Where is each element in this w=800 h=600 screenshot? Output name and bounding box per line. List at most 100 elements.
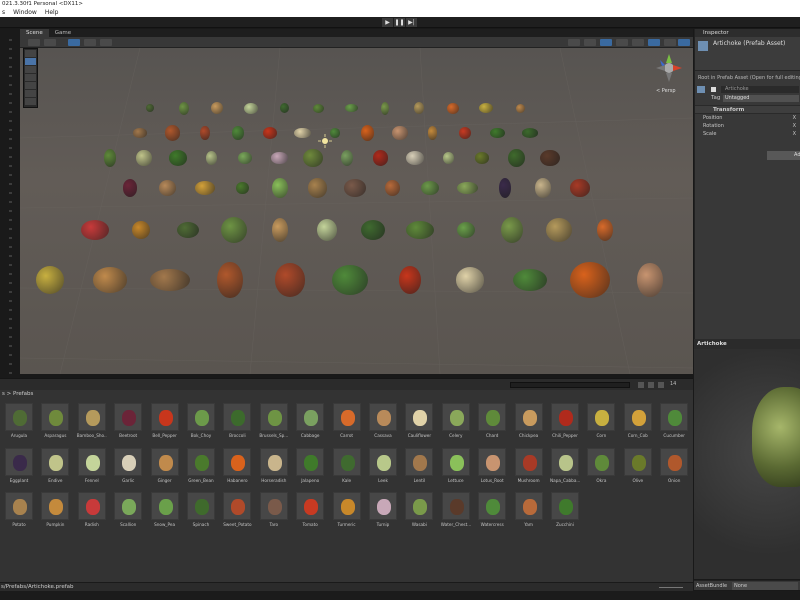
vegetable-model[interactable]: [398, 266, 422, 294]
asset-item[interactable]: Spinach: [186, 492, 216, 527]
vegetable-model[interactable]: [231, 126, 244, 140]
vegetable-model[interactable]: [146, 104, 154, 112]
asset-item[interactable]: Leek: [368, 447, 398, 483]
vegetable-model[interactable]: [150, 268, 190, 292]
vegetable-model[interactable]: [540, 149, 560, 167]
light-icon[interactable]: [318, 134, 332, 148]
render-mode-dropdown[interactable]: [44, 39, 56, 46]
asset-item[interactable]: Beetroot: [113, 403, 143, 438]
asset-item[interactable]: Pumpkin: [40, 492, 70, 527]
vegetable-model[interactable]: [262, 127, 278, 139]
asset-item[interactable]: Snow_Pea: [150, 492, 180, 527]
vegetable-model[interactable]: [507, 148, 525, 168]
asset-item[interactable]: Jalapeno: [295, 447, 325, 483]
asset-item[interactable]: Lentil: [404, 447, 434, 483]
vegetable-model[interactable]: [534, 178, 551, 198]
asset-item[interactable]: Chard: [477, 403, 507, 438]
vegetable-model[interactable]: [459, 127, 471, 139]
pause-button[interactable]: ❚❚: [394, 18, 405, 27]
asset-item[interactable]: Sweet_Potato: [222, 492, 252, 527]
vegetable-model[interactable]: [405, 221, 434, 239]
scale-tool-icon[interactable]: [25, 74, 36, 81]
asset-item[interactable]: Celery: [441, 403, 471, 438]
asset-item[interactable]: Kale: [332, 447, 362, 483]
favorite-icon[interactable]: [658, 382, 664, 388]
asset-item[interactable]: Chili_Pepper: [550, 403, 580, 438]
vegetable-model[interactable]: [178, 101, 189, 115]
vegetable-model[interactable]: [545, 218, 572, 242]
tab-scene[interactable]: Scene: [20, 29, 49, 37]
vegetable-model[interactable]: [446, 102, 459, 114]
asset-item[interactable]: Green_Bean: [186, 447, 216, 483]
asset-item[interactable]: Arugula: [4, 403, 34, 438]
asset-item[interactable]: Okra: [586, 447, 616, 483]
vegetable-model[interactable]: [373, 150, 389, 166]
vegetable-model[interactable]: [456, 267, 484, 293]
snap-dropdown[interactable]: [84, 39, 96, 46]
vegetable-model[interactable]: [312, 103, 324, 113]
asset-item[interactable]: Bell_Pepper: [150, 403, 180, 438]
asset-item[interactable]: Olive: [623, 447, 653, 483]
rotate-tool-icon[interactable]: [25, 66, 36, 73]
lighting-toggle[interactable]: [600, 39, 612, 46]
increment-snap[interactable]: [100, 39, 112, 46]
preview-area[interactable]: [694, 349, 800, 579]
rect-tool-icon[interactable]: [25, 82, 36, 89]
transform-section[interactable]: Transform: [695, 105, 800, 114]
asset-item[interactable]: Taro: [259, 492, 289, 527]
effects-dropdown[interactable]: [568, 39, 580, 46]
vegetable-model[interactable]: [236, 181, 249, 195]
visibility-toggle[interactable]: [584, 39, 596, 46]
asset-item[interactable]: Eggplant: [4, 447, 34, 483]
vegetable-model[interactable]: [243, 102, 258, 114]
draw-mode-dropdown[interactable]: [28, 39, 40, 46]
vegetable-model[interactable]: [221, 217, 248, 243]
asset-item[interactable]: Corn: [586, 403, 616, 438]
camera-dropdown[interactable]: [648, 39, 660, 46]
vegetable-model[interactable]: [200, 125, 210, 141]
position-x[interactable]: X: [793, 114, 796, 122]
asset-item[interactable]: Turmeric: [332, 492, 362, 527]
asset-item[interactable]: Potato: [4, 492, 34, 527]
vegetable-model[interactable]: [570, 179, 590, 197]
vegetable-model[interactable]: [81, 220, 109, 240]
asset-item[interactable]: Cabbage: [295, 403, 325, 438]
asset-item[interactable]: Ginger: [150, 447, 180, 483]
fx-toggle[interactable]: [632, 39, 644, 46]
vegetable-model[interactable]: [122, 179, 138, 197]
step-button[interactable]: ▶|: [406, 18, 417, 27]
asset-item[interactable]: Wasabi: [404, 492, 434, 527]
asset-item[interactable]: Asparagus: [40, 403, 70, 438]
asset-item[interactable]: Carrot: [332, 403, 362, 438]
filter-label-icon[interactable]: [648, 382, 654, 388]
play-button[interactable]: ▶: [382, 18, 393, 27]
asset-item[interactable]: Scallion: [113, 492, 143, 527]
vegetable-model[interactable]: [343, 179, 367, 197]
asset-item[interactable]: Bok_Choy: [186, 403, 216, 438]
asset-item[interactable]: Broccoli: [222, 403, 252, 438]
gizmos-dropdown[interactable]: [664, 39, 676, 46]
asset-item[interactable]: Napa_Cabba...: [550, 447, 580, 483]
asset-item[interactable]: Lotus_Root: [477, 447, 507, 483]
vegetable-model[interactable]: [421, 180, 439, 196]
vegetable-model[interactable]: [280, 103, 290, 113]
asset-item[interactable]: Fennel: [77, 447, 107, 483]
vegetable-model[interactable]: [597, 219, 613, 241]
2d-toggle[interactable]: [678, 39, 690, 46]
add-component-button[interactable]: Ad: [767, 151, 800, 160]
menu-item-window[interactable]: Window: [13, 8, 37, 17]
assetbundle-dropdown[interactable]: None: [732, 582, 798, 590]
menu-item-assets[interactable]: s: [2, 8, 5, 17]
asset-item[interactable]: Yam: [514, 492, 544, 527]
asset-item[interactable]: Habanero: [222, 447, 252, 483]
vegetable-model[interactable]: [361, 220, 386, 240]
thumbnail-size-slider[interactable]: [659, 587, 683, 588]
asset-item[interactable]: Cassava: [368, 403, 398, 438]
asset-item[interactable]: Brussels_Sp...: [259, 403, 289, 438]
vegetable-model[interactable]: [490, 127, 505, 139]
vegetable-model[interactable]: [307, 178, 328, 198]
transform-tool-icon[interactable]: [25, 90, 36, 97]
menu-item-help[interactable]: Help: [45, 8, 59, 17]
asset-item[interactable]: Endive: [40, 447, 70, 483]
asset-item[interactable]: Bamboo_Sho...: [77, 403, 107, 438]
